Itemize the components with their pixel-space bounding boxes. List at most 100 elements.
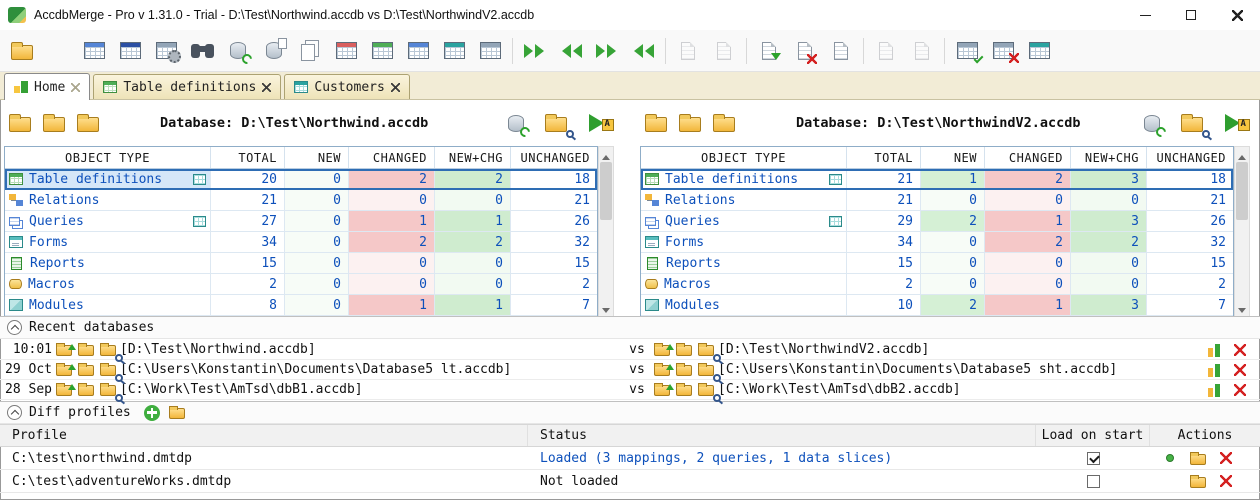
data-preview-icon[interactable] (829, 174, 842, 185)
backup-database-button[interactable] (256, 33, 292, 69)
refresh-database-button[interactable] (1136, 107, 1168, 139)
sql-view-button[interactable] (112, 33, 148, 69)
object-row-macros[interactable]: Macros20002 (5, 274, 597, 295)
open-pair-button[interactable] (652, 381, 672, 399)
right-objects-report-button[interactable] (436, 33, 472, 69)
run-script-button[interactable] (751, 33, 787, 69)
scroll-down-icon[interactable] (1235, 302, 1249, 316)
object-report-button[interactable] (670, 33, 706, 69)
object-row-macros[interactable]: Macros20002 (641, 274, 1233, 295)
open-pair-button[interactable] (54, 341, 74, 359)
open-profile-folder-button[interactable] (1188, 449, 1208, 467)
open-database-folder-button[interactable] (674, 107, 706, 139)
open-database-file-button[interactable] (4, 107, 36, 139)
open-pair-button[interactable] (54, 381, 74, 399)
data-preview-icon[interactable] (193, 216, 206, 227)
edit-pair-button[interactable] (76, 341, 96, 359)
compare-objects-button[interactable] (76, 33, 112, 69)
merge-all-to-right-button[interactable] (589, 33, 625, 69)
open-database-folder-button[interactable] (38, 107, 70, 139)
object-row-reports[interactable]: Reports1500015 (641, 253, 1233, 274)
remove-recent-pair-button[interactable] (1230, 361, 1250, 379)
data-preview-icon[interactable] (829, 216, 842, 227)
object-row-modules[interactable]: Modules80117 (5, 295, 597, 316)
minimize-button[interactable] (1122, 0, 1168, 30)
remove-recent-pair-button[interactable] (1230, 341, 1250, 359)
collapse-profiles-button[interactable] (7, 405, 22, 420)
recent-row[interactable]: 10:01[D:\Test\Northwind.accdb]vs[D:\Test… (0, 340, 1260, 360)
open-pair-button[interactable] (652, 361, 672, 379)
open-pair-button[interactable] (54, 361, 74, 379)
remove-profile-button[interactable] (1216, 472, 1236, 490)
browse-pair-button[interactable] (696, 361, 716, 379)
merge-recent-pair-button[interactable] (1204, 341, 1224, 359)
object-row-table-definitions[interactable]: Table definitions2002218 (5, 169, 597, 190)
tab-table-definitions[interactable]: Table definitions (93, 74, 281, 99)
view-log-button[interactable] (823, 33, 859, 69)
add-profile-button[interactable] (144, 405, 160, 421)
tab-customers[interactable]: Customers (284, 74, 409, 99)
merge-recent-pair-button[interactable] (1204, 361, 1224, 379)
all-objects-report-button[interactable] (472, 33, 508, 69)
maximize-button[interactable] (1168, 0, 1214, 30)
open-database-file-button[interactable] (640, 107, 672, 139)
edit-pair-button[interactable] (674, 381, 694, 399)
refresh-databases-button[interactable] (220, 33, 256, 69)
pending-changes-button[interactable] (868, 33, 904, 69)
open-profile-folder-button[interactable] (1188, 472, 1208, 490)
merge-to-left-button[interactable] (553, 33, 589, 69)
close-button[interactable] (1214, 0, 1260, 30)
merge-to-right-button[interactable] (517, 33, 553, 69)
scroll-up-icon[interactable] (1235, 147, 1249, 161)
browse-pair-button[interactable] (696, 381, 716, 399)
script-errors-button[interactable] (787, 33, 823, 69)
options-button[interactable] (148, 33, 184, 69)
collapse-recent-button[interactable] (7, 320, 22, 335)
search-button[interactable] (184, 33, 220, 69)
open-profile-file-button[interactable] (167, 404, 187, 422)
object-row-relations[interactable]: Relations2100021 (5, 190, 597, 211)
open-right-database-button[interactable] (40, 33, 76, 69)
copy-button[interactable] (292, 33, 328, 69)
load-on-start-checkbox[interactable] (1087, 452, 1100, 465)
object-row-forms[interactable]: Forms3402232 (641, 232, 1233, 253)
browse-database-button[interactable] (540, 107, 572, 139)
open-pair-button[interactable] (652, 341, 672, 359)
object-history-button[interactable] (904, 33, 940, 69)
merge-all-to-left-button[interactable] (625, 33, 661, 69)
profile-inactive-spacer[interactable] (1160, 472, 1180, 490)
tab-close-icon[interactable] (262, 83, 271, 92)
profile-row[interactable]: C:\test\adventureWorks.dmtdpNot loaded (0, 470, 1260, 493)
data-compare-button[interactable] (1021, 33, 1057, 69)
merge-recent-pair-button[interactable] (1204, 381, 1224, 399)
merge-script-button[interactable] (706, 33, 742, 69)
left-objects-report-button[interactable] (400, 33, 436, 69)
tab-home[interactable]: Home (4, 73, 90, 100)
cancel-merge-button[interactable] (985, 33, 1021, 69)
tab-close-icon[interactable] (391, 83, 400, 92)
open-left-database-button[interactable] (4, 33, 40, 69)
object-row-forms[interactable]: Forms3402232 (5, 232, 597, 253)
scroll-down-icon[interactable] (599, 302, 613, 316)
recent-row[interactable]: 29 Oct[C:\Users\Konstantin\Documents\Dat… (0, 360, 1260, 380)
browse-pair-button[interactable] (98, 361, 118, 379)
browse-pair-button[interactable] (696, 341, 716, 359)
profile-loaded-indicator[interactable] (1160, 449, 1180, 467)
browse-pair-button[interactable] (98, 341, 118, 359)
object-row-relations[interactable]: Relations2100021 (641, 190, 1233, 211)
recent-databases-button[interactable] (708, 107, 740, 139)
remove-recent-pair-button[interactable] (1230, 381, 1250, 399)
run-data-compare-button[interactable] (580, 107, 612, 139)
edit-pair-button[interactable] (76, 361, 96, 379)
recent-databases-button[interactable] (72, 107, 104, 139)
object-row-queries[interactable]: Queries2701126 (5, 211, 597, 232)
remove-profile-button[interactable] (1216, 449, 1236, 467)
refresh-database-button[interactable] (500, 107, 532, 139)
load-on-start-checkbox[interactable] (1087, 475, 1100, 488)
edit-pair-button[interactable] (674, 341, 694, 359)
edit-pair-button[interactable] (674, 361, 694, 379)
browse-pair-button[interactable] (98, 381, 118, 399)
recent-row[interactable]: 28 Sep[C:\Work\Test\AmTsd\dbB1.accdb]vs[… (0, 380, 1260, 400)
browse-database-button[interactable] (1176, 107, 1208, 139)
profile-row[interactable]: C:\test\northwind.dmtdpLoaded (3 mapping… (0, 447, 1260, 470)
